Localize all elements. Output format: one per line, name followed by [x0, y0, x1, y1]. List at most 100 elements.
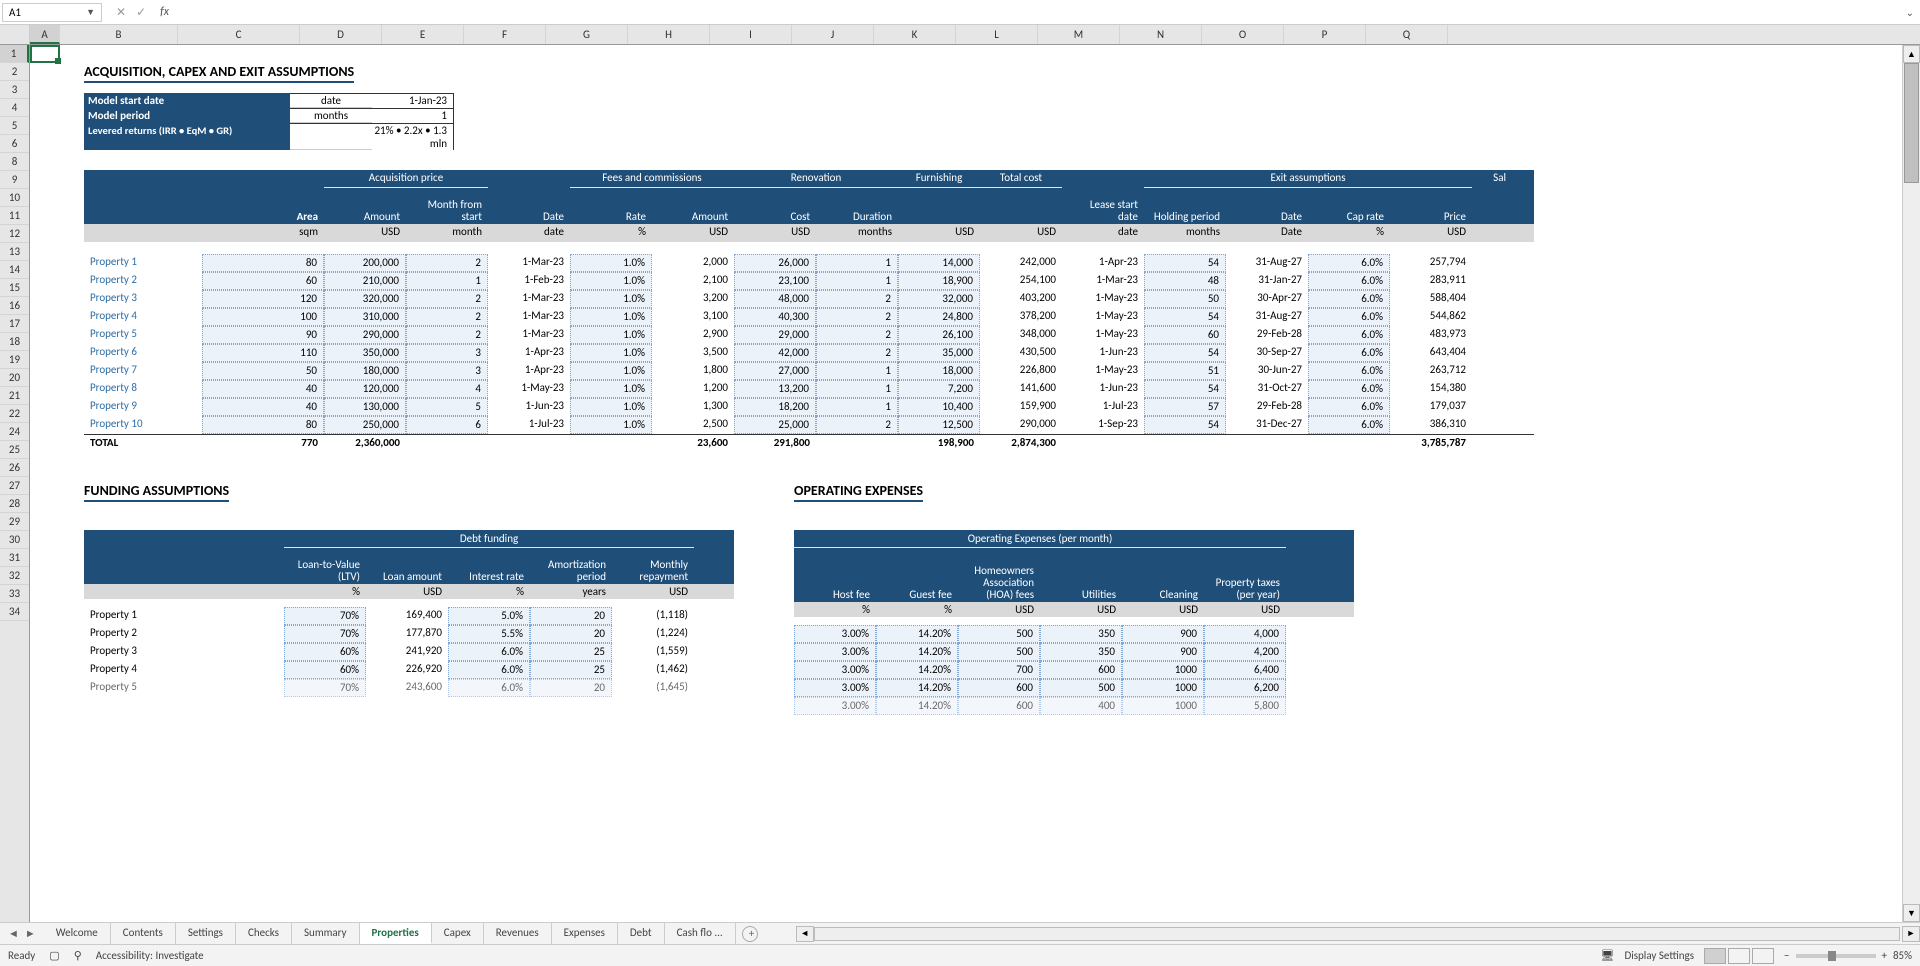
- cell[interactable]: 120: [202, 290, 324, 308]
- cell[interactable]: 6,400: [1204, 661, 1286, 679]
- page-layout-view-button[interactable]: [1728, 948, 1750, 964]
- cell[interactable]: 14.20%: [876, 697, 958, 715]
- cell[interactable]: 350: [1040, 625, 1122, 643]
- cell[interactable]: 500: [958, 643, 1040, 661]
- cell[interactable]: 600: [958, 679, 1040, 697]
- cell[interactable]: 350,000: [324, 344, 406, 362]
- row-19[interactable]: 19: [0, 351, 29, 369]
- cell[interactable]: 80: [202, 254, 324, 272]
- normal-view-button[interactable]: [1704, 948, 1726, 964]
- cell[interactable]: 40,300: [734, 308, 816, 326]
- accessibility-icon[interactable]: ⚲: [74, 949, 82, 962]
- row-27[interactable]: 27: [0, 477, 29, 495]
- tab-debt[interactable]: Debt: [618, 923, 665, 944]
- cell[interactable]: 48,000: [734, 290, 816, 308]
- cell[interactable]: 54: [1144, 308, 1226, 326]
- select-all-triangle[interactable]: [0, 25, 30, 44]
- cell[interactable]: 10,400: [898, 398, 980, 416]
- vscroll-thumb[interactable]: [1904, 63, 1919, 183]
- cell[interactable]: 25,000: [734, 416, 816, 434]
- status-accessibility[interactable]: Accessibility: Investigate: [96, 949, 204, 962]
- cell[interactable]: 3.00%: [794, 643, 876, 661]
- cell[interactable]: 54: [1144, 380, 1226, 398]
- row-24[interactable]: 24: [0, 423, 29, 441]
- row-25[interactable]: 25: [0, 441, 29, 459]
- cell[interactable]: 29,000: [734, 326, 816, 344]
- cell[interactable]: 70%: [284, 607, 366, 625]
- cell[interactable]: 24,800: [898, 308, 980, 326]
- row-17[interactable]: 17: [0, 315, 29, 333]
- cell[interactable]: 20: [530, 607, 612, 625]
- col-A[interactable]: A: [30, 25, 60, 44]
- cell[interactable]: 6.0%: [448, 643, 530, 661]
- cell[interactable]: 400: [1040, 697, 1122, 715]
- row-30[interactable]: 30: [0, 531, 29, 549]
- row-1[interactable]: 1: [0, 45, 29, 63]
- hscroll-left-icon[interactable]: ◄: [796, 926, 814, 942]
- cell[interactable]: 2: [406, 290, 488, 308]
- cell[interactable]: 1000: [1122, 697, 1204, 715]
- cell[interactable]: 90: [202, 326, 324, 344]
- cell[interactable]: 1.0%: [570, 254, 652, 272]
- col-M[interactable]: M: [1038, 25, 1120, 44]
- row-31[interactable]: 31: [0, 549, 29, 567]
- cell[interactable]: Property 8: [84, 380, 202, 398]
- col-G[interactable]: G: [546, 25, 628, 44]
- col-F[interactable]: F: [464, 25, 546, 44]
- cell[interactable]: Property 6: [84, 344, 202, 362]
- cell[interactable]: Property 3: [84, 290, 202, 308]
- cell[interactable]: 48: [1144, 272, 1226, 290]
- horizontal-scrollbar[interactable]: ◄ ►: [796, 926, 1920, 942]
- row-29[interactable]: 29: [0, 513, 29, 531]
- scroll-up-icon[interactable]: ▲: [1903, 45, 1920, 63]
- cell[interactable]: Property 9: [84, 398, 202, 416]
- row-15[interactable]: 15: [0, 279, 29, 297]
- macro-record-icon[interactable]: ▢: [49, 949, 59, 962]
- cell[interactable]: 5.0%: [448, 607, 530, 625]
- cell[interactable]: 130,000: [324, 398, 406, 416]
- cell[interactable]: 14.20%: [876, 679, 958, 697]
- cell[interactable]: 1.0%: [570, 398, 652, 416]
- cell[interactable]: 50: [1144, 290, 1226, 308]
- row-34[interactable]: 34: [0, 603, 29, 621]
- cell[interactable]: 42,000: [734, 344, 816, 362]
- cell[interactable]: 23,100: [734, 272, 816, 290]
- cell[interactable]: 18,900: [898, 272, 980, 290]
- cell[interactable]: 2: [816, 290, 898, 308]
- cell[interactable]: 5,800: [1204, 697, 1286, 715]
- display-settings-icon[interactable]: 🖥: [1600, 949, 1614, 962]
- cell[interactable]: Property 10: [84, 416, 202, 434]
- cell[interactable]: 1.0%: [570, 290, 652, 308]
- cell[interactable]: 2: [406, 254, 488, 272]
- cell[interactable]: 14.20%: [876, 625, 958, 643]
- col-L[interactable]: L: [956, 25, 1038, 44]
- cell[interactable]: 120,000: [324, 380, 406, 398]
- cell[interactable]: 1.0%: [570, 362, 652, 380]
- cell[interactable]: 1: [816, 398, 898, 416]
- sheet-canvas[interactable]: ACQUISITION, CAPEX AND EXIT ASSUMPTIONS …: [30, 45, 1920, 937]
- cell[interactable]: 900: [1122, 625, 1204, 643]
- row-33[interactable]: 33: [0, 585, 29, 603]
- cell[interactable]: 14.20%: [876, 661, 958, 679]
- cell[interactable]: 2: [406, 326, 488, 344]
- cell[interactable]: 500: [1040, 679, 1122, 697]
- cell[interactable]: 1.0%: [570, 272, 652, 290]
- tab-welcome[interactable]: Welcome: [44, 923, 111, 944]
- cell[interactable]: 60%: [284, 661, 366, 679]
- col-I[interactable]: I: [710, 25, 792, 44]
- cell[interactable]: 54: [1144, 416, 1226, 434]
- row-2[interactable]: 2: [0, 63, 29, 81]
- cell[interactable]: 32,000: [898, 290, 980, 308]
- cell[interactable]: 1: [816, 254, 898, 272]
- tab-contents[interactable]: Contents: [111, 923, 176, 944]
- col-E[interactable]: E: [382, 25, 464, 44]
- col-K[interactable]: K: [874, 25, 956, 44]
- cell[interactable]: 1: [816, 272, 898, 290]
- row-28[interactable]: 28: [0, 495, 29, 513]
- cell[interactable]: 100: [202, 308, 324, 326]
- cell[interactable]: 1000: [1122, 679, 1204, 697]
- cell[interactable]: Property 7: [84, 362, 202, 380]
- scroll-down-icon[interactable]: ▼: [1903, 904, 1920, 922]
- cell[interactable]: 4,200: [1204, 643, 1286, 661]
- tab-expenses[interactable]: Expenses: [552, 923, 618, 944]
